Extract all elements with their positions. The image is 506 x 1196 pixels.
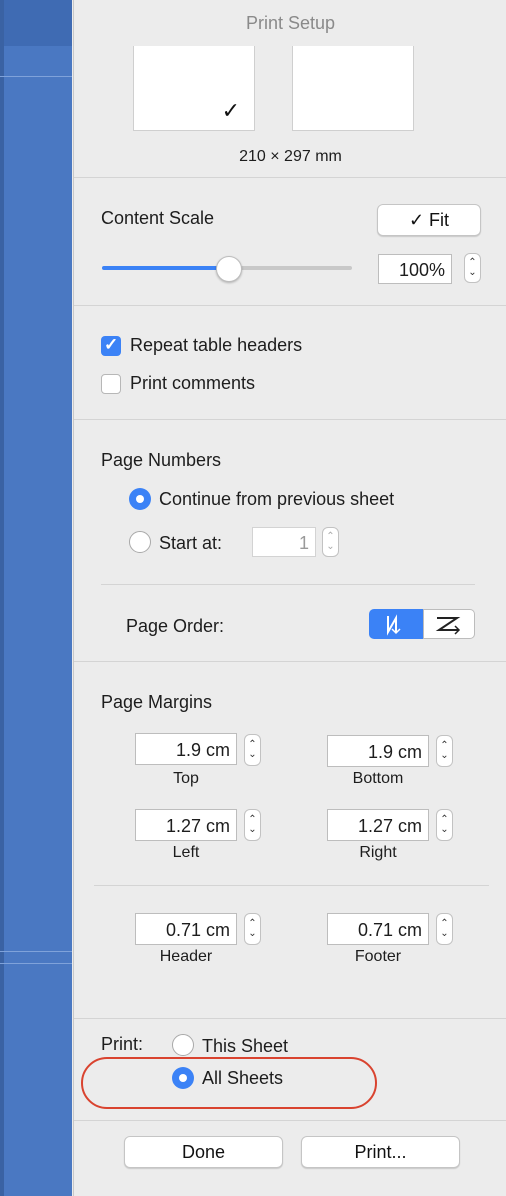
sidebar-divider — [0, 76, 72, 77]
section-divider — [74, 661, 506, 662]
scale-percent-field[interactable]: 100% — [378, 254, 452, 284]
margin-left-field[interactable]: 1.27 cm — [135, 809, 237, 841]
continue-numbering-label: Continue from previous sheet — [159, 489, 395, 509]
over-then-down-icon — [435, 617, 461, 635]
page-numbers-heading: Page Numbers — [101, 450, 222, 470]
this-sheet-radio[interactable] — [172, 1034, 194, 1056]
this-sheet-label: This Sheet — [202, 1036, 289, 1056]
margin-top-stepper[interactable]: ⌃ ⌄ — [244, 734, 261, 766]
sidebar-divider — [0, 951, 72, 952]
section-divider — [74, 1120, 506, 1121]
scale-slider-knob[interactable] — [216, 256, 242, 282]
done-button[interactable]: Done — [124, 1136, 283, 1168]
margin-header-field[interactable]: 0.71 cm — [135, 913, 237, 945]
content-scale-label: Content Scale — [101, 208, 215, 228]
repeat-headers-checkbox[interactable] — [101, 335, 121, 356]
page-order-label: Page Order: — [126, 616, 225, 636]
section-divider — [74, 419, 506, 420]
print-comments-label: Print comments — [130, 373, 256, 393]
print-comments-checkbox[interactable] — [101, 374, 121, 394]
margin-bottom-stepper[interactable]: ⌃ ⌄ — [436, 735, 453, 767]
start-at-field[interactable]: 1 — [252, 527, 316, 557]
down-then-over-icon — [387, 614, 401, 636]
background-sidebar — [0, 0, 72, 1196]
annotation-highlight-circle — [81, 1057, 377, 1109]
print-setup-panel: Print Setup ✓ 210 × 297 mm Content Scale… — [73, 0, 506, 1196]
print-button[interactable]: Print... — [301, 1136, 460, 1168]
repeat-headers-label: Repeat table headers — [130, 335, 303, 355]
scale-slider-track[interactable] — [228, 266, 352, 270]
margin-footer-label: Footer — [354, 948, 402, 965]
paper-thumbnail-landscape[interactable] — [292, 46, 414, 131]
start-at-stepper[interactable]: ⌃ ⌄ — [322, 527, 339, 557]
margin-right-field[interactable]: 1.27 cm — [327, 809, 429, 841]
sidebar-header — [0, 0, 72, 46]
section-divider — [74, 305, 506, 306]
margin-bottom-label: Bottom — [352, 770, 404, 787]
margin-footer-field[interactable]: 0.71 cm — [327, 913, 429, 945]
panel-title: Print Setup — [245, 13, 336, 33]
margin-left-label: Left — [172, 844, 200, 861]
section-divider — [74, 177, 506, 178]
paper-size-label: 210 × 297 mm — [239, 148, 342, 165]
start-at-radio[interactable] — [129, 531, 151, 553]
page-order-over-then-down-button[interactable] — [423, 609, 475, 639]
sidebar-divider — [0, 963, 72, 964]
margin-top-field[interactable]: 1.9 cm — [135, 733, 237, 765]
checkmark-icon: ✓ — [221, 98, 240, 123]
margin-top-label: Top — [173, 770, 199, 787]
section-divider — [74, 1018, 506, 1019]
continue-numbering-radio[interactable] — [129, 488, 151, 510]
page-margins-heading: Page Margins — [101, 692, 213, 712]
section-divider — [94, 885, 489, 886]
paper-thumbnail-portrait[interactable]: ✓ — [133, 46, 255, 131]
margin-left-stepper[interactable]: ⌃ ⌄ — [244, 809, 261, 841]
page-order-down-then-over-button[interactable] — [369, 609, 423, 639]
fit-button[interactable]: ✓ Fit — [377, 204, 481, 236]
sidebar-edge — [0, 0, 4, 1196]
margin-right-stepper[interactable]: ⌃ ⌄ — [436, 809, 453, 841]
print-scope-label: Print: — [101, 1034, 144, 1054]
margin-right-label: Right — [359, 844, 397, 861]
margin-bottom-field[interactable]: 1.9 cm — [327, 735, 429, 767]
margin-header-label: Header — [159, 948, 213, 965]
section-divider — [101, 584, 475, 585]
start-at-label: Start at: — [159, 533, 223, 553]
margin-footer-stepper[interactable]: ⌃ ⌄ — [436, 913, 453, 945]
scale-stepper[interactable]: ⌃ ⌄ — [464, 253, 481, 283]
margin-header-stepper[interactable]: ⌃ ⌄ — [244, 913, 261, 945]
scale-slider-fill — [102, 266, 228, 270]
